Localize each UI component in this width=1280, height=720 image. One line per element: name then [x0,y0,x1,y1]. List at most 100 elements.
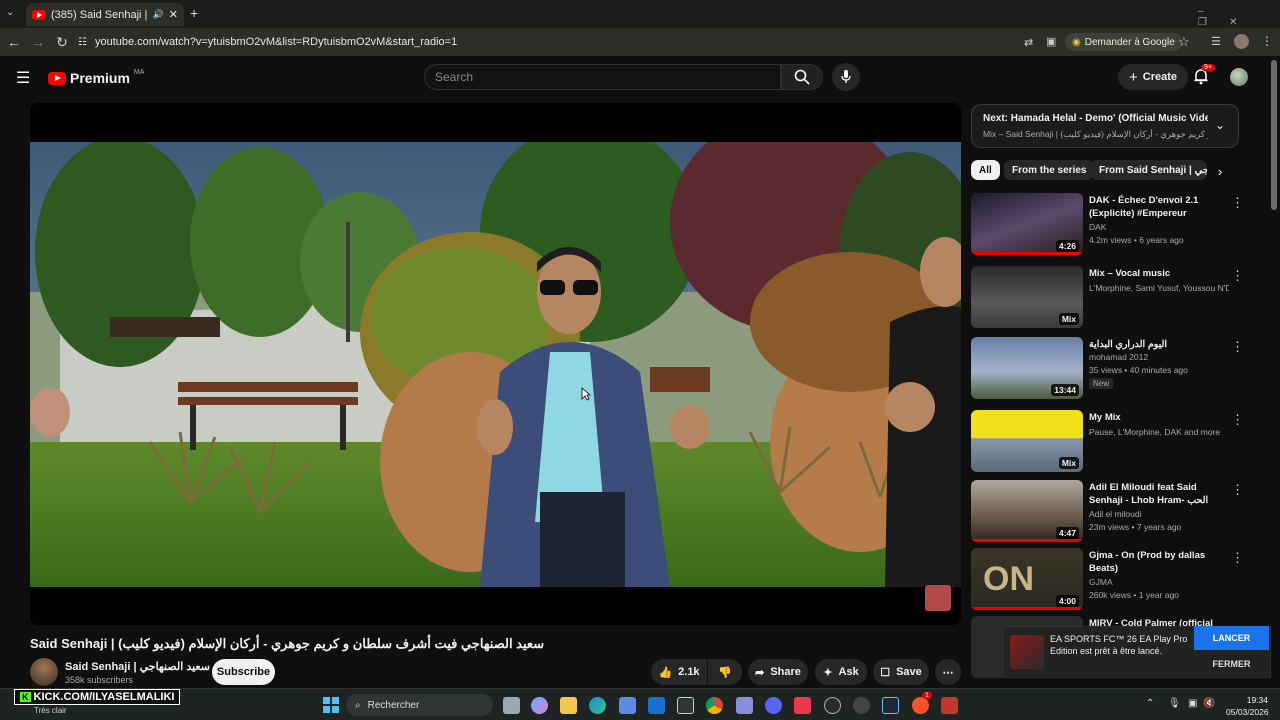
profile-avatar[interactable] [1234,34,1249,49]
more-vertical-icon[interactable]: ⋮ [1231,339,1244,355]
share-label: Share [770,666,801,678]
thumbnail-progress-bar [971,252,1083,255]
discord-icon[interactable] [765,697,782,714]
video-title: Gjma - On (Prod by dallas Beats) [1089,550,1206,574]
copilot-icon[interactable] [531,697,548,714]
window-close-icon[interactable]: ✕ [1229,17,1259,28]
gamepad-icon[interactable] [736,697,753,714]
close-label: FERMER [1212,659,1251,669]
more-vertical-icon[interactable]: ⋮ [1231,268,1244,284]
subscriber-count: 358k subscribers [65,675,134,685]
save-button[interactable]: ☐ Save [873,659,929,685]
video-thumbnail: 13:44 [971,337,1083,399]
task-view-icon[interactable] [503,697,520,714]
more-vertical-icon[interactable]: ⋮ [1231,412,1244,428]
list-item[interactable]: 4:47 Adil El Miloudi feat Said Senhaji -… [971,480,1244,546]
create-button[interactable]: + Create [1118,64,1189,90]
thumbnail-art: ON [983,560,1034,598]
bookmark-star-icon[interactable]: ☆ [1178,34,1190,50]
lens-icon: ◉ [1072,36,1081,48]
file-explorer-icon[interactable] [560,697,577,714]
ask-label: Ask [838,666,859,678]
more-vertical-icon[interactable]: ⋮ [1231,195,1244,211]
forward-icon[interactable]: → [26,30,50,54]
search-button[interactable] [781,64,823,90]
more-actions-button[interactable]: ⋯ [935,659,961,685]
list-item[interactable]: Mix My Mix Pause, L'Morphine, DAK and mo… [971,410,1244,476]
share-button[interactable]: ➦ Share [748,659,808,685]
browser-tab[interactable]: (385) Said Senhaji | (سعيد الصنهاجي فيت … [26,3,184,26]
start-button[interactable] [323,697,339,713]
subscribe-button[interactable]: Subscribe [212,659,275,685]
outlook-icon[interactable] [648,697,665,714]
back-icon[interactable]: ← [2,30,26,54]
channel-watermark[interactable] [925,585,951,611]
reading-list-icon[interactable]: ☰ [1211,35,1221,48]
game-icon [1010,635,1044,669]
list-item[interactable]: ON 4:00 Gjma - On (Prod by dallas Beats)… [971,548,1244,614]
youtube-logo[interactable]: Premium MA [48,69,144,86]
account-avatar[interactable] [1230,68,1248,86]
translate-icon[interactable]: ⇄ [1024,36,1033,49]
new-tab-button[interactable]: + [190,5,198,21]
browser-menu-icon[interactable]: ⋮ [1261,34,1273,48]
game-launcher-icon[interactable] [853,697,870,714]
notifications-button[interactable]: 9+ [1192,64,1215,90]
hamburger-icon[interactable]: ☰ [16,68,30,88]
list-item[interactable]: 13:44 اليوم الدراري البداية mohamad 2012… [971,337,1244,403]
brave-icon[interactable] [912,697,929,714]
chevron-right-icon[interactable]: › [1218,164,1222,179]
chevron-down-icon[interactable]: ⌄ [1215,118,1225,132]
site-info-icon[interactable]: ☷ [78,37,87,48]
ea-app-icon[interactable] [794,697,811,714]
page-scrollbar[interactable] [1271,60,1277,210]
audio-icon[interactable]: 🔊 [153,9,164,20]
channel-avatar[interactable] [30,658,58,686]
chip-from-series[interactable]: From the series [1004,160,1095,180]
taskbar-search[interactable]: ⌕ Rechercher [346,694,493,716]
ask-button[interactable]: ✦ Ask [815,659,867,685]
channel-name[interactable]: Said Senhaji | سعيد الصنهاجي ✔ [65,660,220,673]
channel-name-text: Said Senhaji | سعيد الصنهاجي [65,661,210,673]
chrome-icon[interactable] [706,697,723,714]
volume-muted-icon[interactable]: 🔇 [1203,698,1215,709]
steam-icon[interactable] [882,697,899,714]
video-thumbnail: ON 4:00 [971,548,1083,610]
video-scene-image [30,142,961,587]
voice-search-button[interactable] [832,63,860,91]
list-item[interactable]: Mix Mix – Vocal music L'Morphine, Sami Y… [971,266,1244,332]
tray-chevron-icon[interactable]: ⌃ [1146,698,1154,709]
video-title: Mix – Vocal music [1089,268,1171,279]
launch-label: LANCER [1212,633,1251,643]
search-icon: ⌕ [355,699,361,711]
close-notification-button[interactable]: FERMER [1194,652,1269,676]
list-item[interactable]: 4:26 DAK - Échec D'envoi 2.1 (Explicite)… [971,193,1244,259]
maximize-icon[interactable]: ❐ [1198,17,1229,28]
news-app-icon[interactable] [941,697,958,714]
edge-icon[interactable] [589,697,606,714]
duration-badge: 4:47 [1055,527,1079,539]
search-input[interactable]: Search [424,64,781,90]
chip-all[interactable]: All [971,160,1000,180]
tab-list-button[interactable]: ⌄ [6,7,14,18]
chip-from-channel[interactable]: From Said Senhaji | سعيد الصنهاجي [1091,160,1207,180]
more-vertical-icon[interactable]: ⋮ [1231,550,1244,566]
video-player[interactable] [30,103,961,625]
minimize-icon[interactable]: – [1198,6,1226,17]
photos-icon[interactable] [677,697,694,714]
network-icon[interactable]: ▣ [1188,698,1197,709]
store-icon[interactable] [619,697,636,714]
dislike-button[interactable]: 👎 [708,659,742,685]
more-vertical-icon[interactable]: ⋮ [1231,482,1244,498]
obs-icon[interactable] [824,697,841,714]
reload-icon[interactable]: ↻ [50,30,74,54]
pip-icon[interactable]: ▣ [1046,35,1056,48]
like-button[interactable]: 👍 2.1k [651,659,707,685]
microphone-tray-icon[interactable]: 🎙 [1168,698,1181,709]
share-icon: ➦ [755,666,765,679]
tab-close-icon[interactable]: ✕ [169,8,178,21]
ask-google-button[interactable]: ◉ Demander à Google [1065,33,1182,51]
clock[interactable]: 19:34 05/03/2026 [1226,694,1269,718]
launch-button[interactable]: LANCER [1194,626,1269,650]
next-video-panel[interactable]: Next: Hamada Helal - Demo' (Official Mus… [971,104,1239,148]
